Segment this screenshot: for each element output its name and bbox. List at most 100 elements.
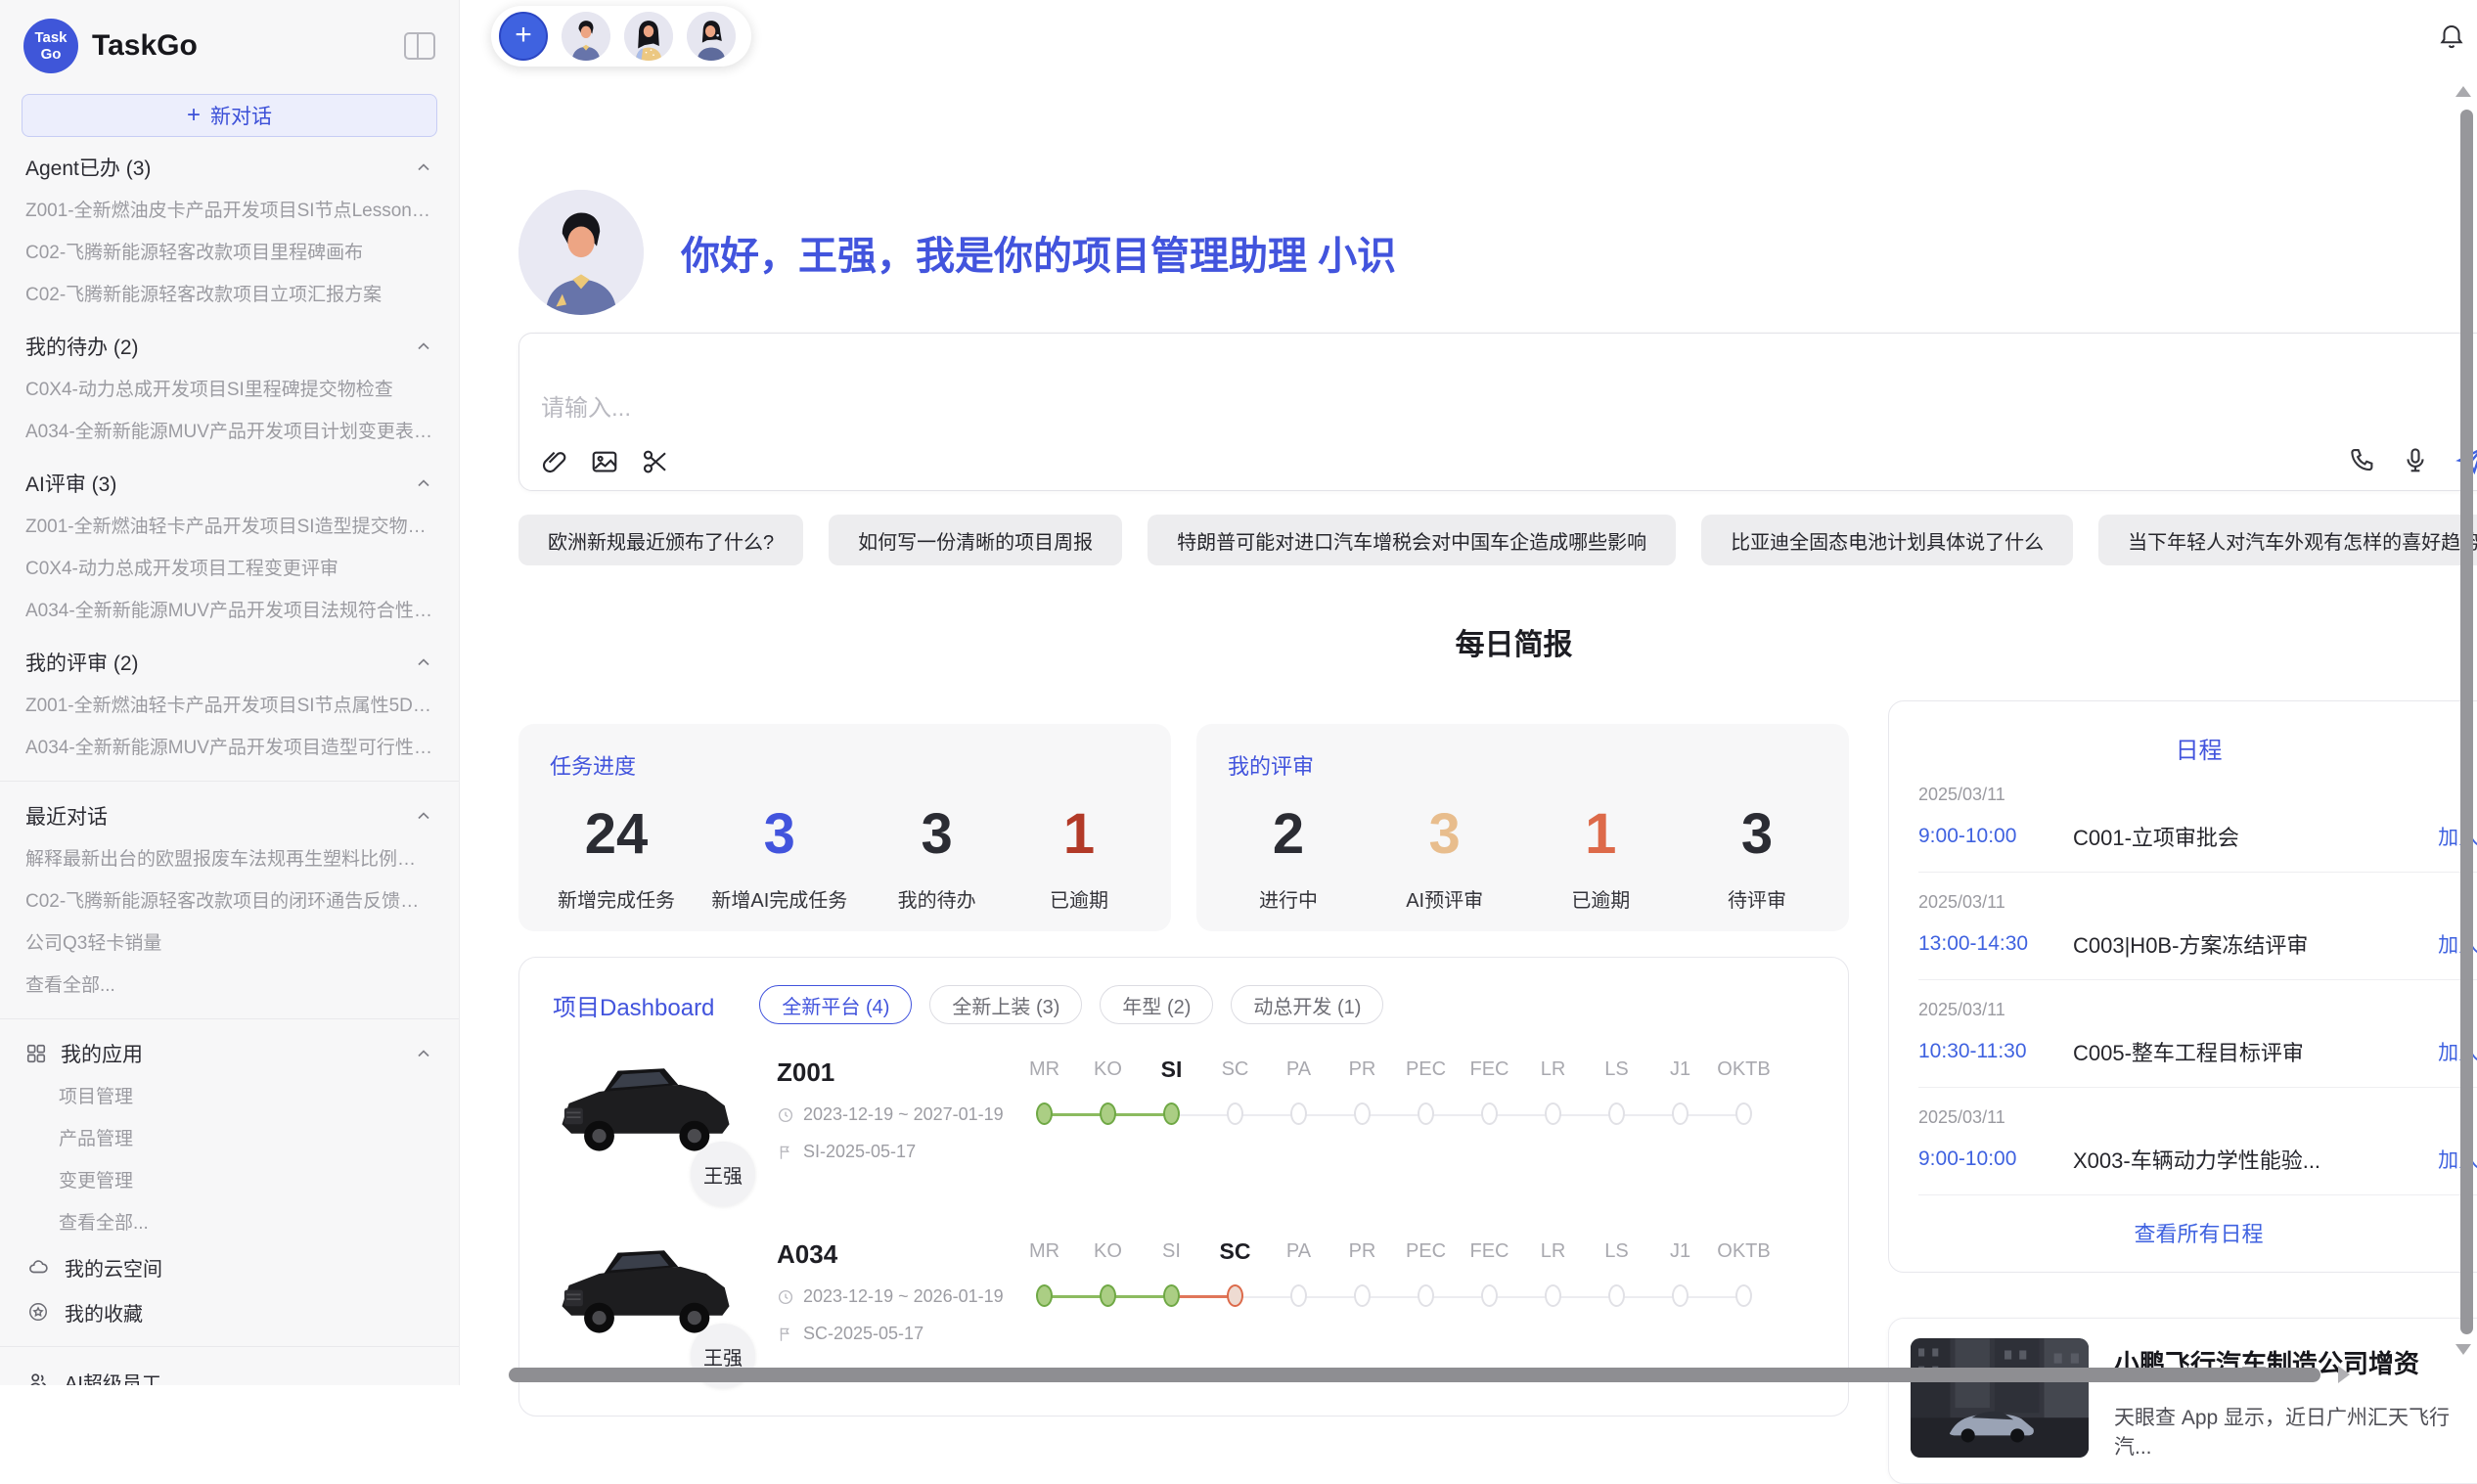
- sidebar-item[interactable]: A034-全新新能源MUV产品开发项目造型可行性评审: [0, 727, 459, 769]
- milestone-dot: [1418, 1284, 1434, 1307]
- horizontal-scrollbar[interactable]: [509, 1368, 2320, 1382]
- milestone-dot: [1735, 1102, 1752, 1125]
- stat-overdue: 1 已逾期: [1026, 802, 1132, 913]
- milestone-dot: [1227, 1102, 1243, 1125]
- milestone-labels: MR KO SI SC PA PR PEC FEC LR LS J1: [1013, 1236, 1815, 1267]
- milestone-label: PR: [1330, 1236, 1394, 1267]
- view-all-schedule-link[interactable]: 查看所有日程: [1918, 1195, 2477, 1258]
- milestone-label: PEC: [1394, 1236, 1458, 1267]
- stat-value: 3: [884, 802, 990, 867]
- flag-icon: [777, 1144, 794, 1161]
- add-member-button[interactable]: +: [499, 12, 548, 61]
- phone-icon[interactable]: [2348, 445, 2377, 474]
- sidebar-collapse-icon[interactable]: [404, 32, 435, 60]
- recent-chat-item[interactable]: 公司Q3轻卡销量: [0, 922, 459, 965]
- suggestion-chip[interactable]: 当下年轻人对汽车外观有怎样的喜好趋势: [2098, 515, 2477, 565]
- section-title: 我的待办 (2): [25, 332, 139, 361]
- milestone-label: OKTB: [1712, 1236, 1776, 1267]
- sidebar-item[interactable]: C0X4-动力总成开发项目工程变更评审: [0, 548, 459, 590]
- message-input[interactable]: [539, 394, 1713, 424]
- vertical-scroll-up-arrow[interactable]: [2455, 86, 2471, 97]
- section-header-recent-chats[interactable]: 最近对话: [0, 793, 459, 838]
- news-card[interactable]: 小鹏飞行汽车制造公司增资 天眼查 App 显示，近日广州汇天飞行汽...: [1888, 1318, 2477, 1484]
- app-item-project-mgmt[interactable]: 项目管理: [0, 1076, 459, 1118]
- stat-value: 1: [1548, 802, 1653, 867]
- tab-powertrain[interactable]: 动总开发 (1): [1231, 985, 1383, 1024]
- recent-chat-item[interactable]: C02-飞腾新能源轻客改款项目的闭环通告反馈情况: [0, 880, 459, 922]
- project-flag-milestone: SI-2025-05-17: [777, 1142, 1013, 1162]
- project-info: Z001 2023-12-19 ~ 2027-01-19 SI-2025-05-…: [763, 1052, 1013, 1206]
- project-code: Z001: [777, 1057, 1013, 1088]
- vertical-scroll-down-arrow[interactable]: [2455, 1344, 2471, 1355]
- suggestion-chip[interactable]: 如何写一份清晰的项目周报: [829, 515, 1122, 565]
- section-header-ai-review[interactable]: AI评审 (3): [0, 461, 459, 506]
- milestone-dot: [1672, 1102, 1689, 1125]
- tab-new-platform[interactable]: 全新平台 (4): [759, 985, 912, 1024]
- stat-label: 已逾期: [1548, 884, 1653, 913]
- stat-new-ai-done: 3 新增AI完成任务: [711, 802, 847, 913]
- section-header-my-review[interactable]: 我的评审 (2): [0, 640, 459, 685]
- milestone-dot-done: [1100, 1284, 1116, 1307]
- recent-view-all[interactable]: 查看全部...: [0, 965, 459, 1007]
- project-media: 王强: [553, 1234, 763, 1382]
- milestone-dot: [1672, 1284, 1689, 1307]
- milestone-label: J1: [1648, 1054, 1712, 1085]
- apps-view-all[interactable]: 查看全部...: [0, 1202, 459, 1244]
- avatar[interactable]: [624, 12, 673, 61]
- tab-model-year[interactable]: 年型 (2): [1100, 985, 1213, 1024]
- microphone-icon[interactable]: [2401, 445, 2430, 474]
- notification-bell-icon[interactable]: [2437, 22, 2466, 51]
- avatar[interactable]: [687, 12, 736, 61]
- section-header-agent-done[interactable]: Agent已办 (3): [0, 145, 459, 190]
- event-date: 2025/03/11: [1918, 1000, 2477, 1020]
- project-media: 王强: [553, 1052, 763, 1200]
- sidebar-item-favorites[interactable]: 我的收藏: [0, 1289, 459, 1334]
- sidebar-item[interactable]: Z001-全新燃油轻卡产品开发项目SI造型提交物评审: [0, 506, 459, 548]
- milestone-track: [1013, 1102, 1776, 1128]
- section-header-my-todo[interactable]: 我的待办 (2): [0, 324, 459, 369]
- plus-icon: +: [187, 104, 201, 127]
- recent-chat-item[interactable]: 解释最新出台的欧盟报废车法规再生塑料比例被调至15%...: [0, 838, 459, 880]
- section-header-my-apps[interactable]: 我的应用: [0, 1031, 459, 1076]
- section-title: AI评审 (3): [25, 469, 116, 498]
- sidebar-item[interactable]: C02-飞腾新能源轻客改款项目立项汇报方案: [0, 274, 459, 316]
- app-item-change-mgmt[interactable]: 变更管理: [0, 1160, 459, 1202]
- apps-grid-icon: [25, 1043, 47, 1064]
- composer-left-tools: [539, 447, 670, 476]
- new-chat-button[interactable]: + 新对话: [22, 94, 437, 137]
- event-date: 2025/03/11: [1918, 892, 2477, 913]
- image-icon[interactable]: [590, 447, 619, 476]
- sidebar-item[interactable]: Z001-全新燃油皮卡产品开发项目SI节点Lesson Learn报告: [0, 190, 459, 232]
- tab-new-body[interactable]: 全新上装 (3): [929, 985, 1082, 1024]
- project-dashboard-title: 项目Dashboard: [553, 988, 714, 1022]
- milestone-label: FEC: [1458, 1054, 1521, 1085]
- project-row-z001[interactable]: 王强 Z001 2023-12-19 ~ 2027-01-19 SI-2025-…: [553, 1052, 1815, 1206]
- attachment-icon[interactable]: [539, 447, 568, 476]
- divider: [0, 1018, 459, 1019]
- section-title: 我的评审 (2): [25, 648, 139, 677]
- sidebar-item[interactable]: C0X4-动力总成开发项目SI里程碑提交物检查: [0, 369, 459, 411]
- scissors-icon[interactable]: [641, 447, 670, 476]
- sidebar-item[interactable]: A034-全新新能源MUV产品开发项目计划变更表编写: [0, 411, 459, 453]
- app-logo: Task Go: [23, 19, 78, 73]
- project-row-a034[interactable]: 王强 A034 2023-12-19 ~ 2026-01-19 SC-2025-…: [553, 1234, 1815, 1388]
- suggestion-chip[interactable]: 特朗普可能对进口汽车增税会对中国车企造成哪些影响: [1148, 515, 1676, 565]
- dashboard-tabs: 全新平台 (4) 全新上装 (3) 年型 (2) 动总开发 (1): [759, 985, 1383, 1024]
- composer-right-tools: [2348, 443, 2477, 476]
- vertical-scrollbar[interactable]: [2460, 110, 2473, 1334]
- avatar[interactable]: [562, 12, 610, 61]
- topbar: + 王强: [460, 0, 2477, 65]
- ai-super-staff-label: AI超级员工: [65, 1368, 161, 1386]
- milestone-label-current: SC: [1203, 1236, 1267, 1267]
- project-dates: 2023-12-19 ~ 2026-01-19: [777, 1286, 1013, 1307]
- suggestion-chip[interactable]: 比亚迪全固态电池计划具体说了什么: [1701, 515, 2073, 565]
- horizontal-scroll-right-arrow[interactable]: [2338, 1366, 2350, 1383]
- milestone-dot-done: [1163, 1284, 1180, 1307]
- sidebar-item-ai-super-staff[interactable]: AI超级员工: [0, 1359, 459, 1385]
- sidebar-item-cloud-space[interactable]: 我的云空间: [0, 1244, 459, 1289]
- sidebar-item[interactable]: Z001-全新燃油轻卡产品开发项目SI节点属性5D文件评审: [0, 685, 459, 727]
- sidebar-item[interactable]: C02-飞腾新能源轻客改款项目里程碑画布: [0, 232, 459, 274]
- suggestion-chip[interactable]: 欧洲新规最近颁布了什么?: [518, 515, 803, 565]
- app-item-product-mgmt[interactable]: 产品管理: [0, 1118, 459, 1160]
- sidebar-item[interactable]: A034-全新新能源MUV产品开发项目法规符合性评审: [0, 590, 459, 632]
